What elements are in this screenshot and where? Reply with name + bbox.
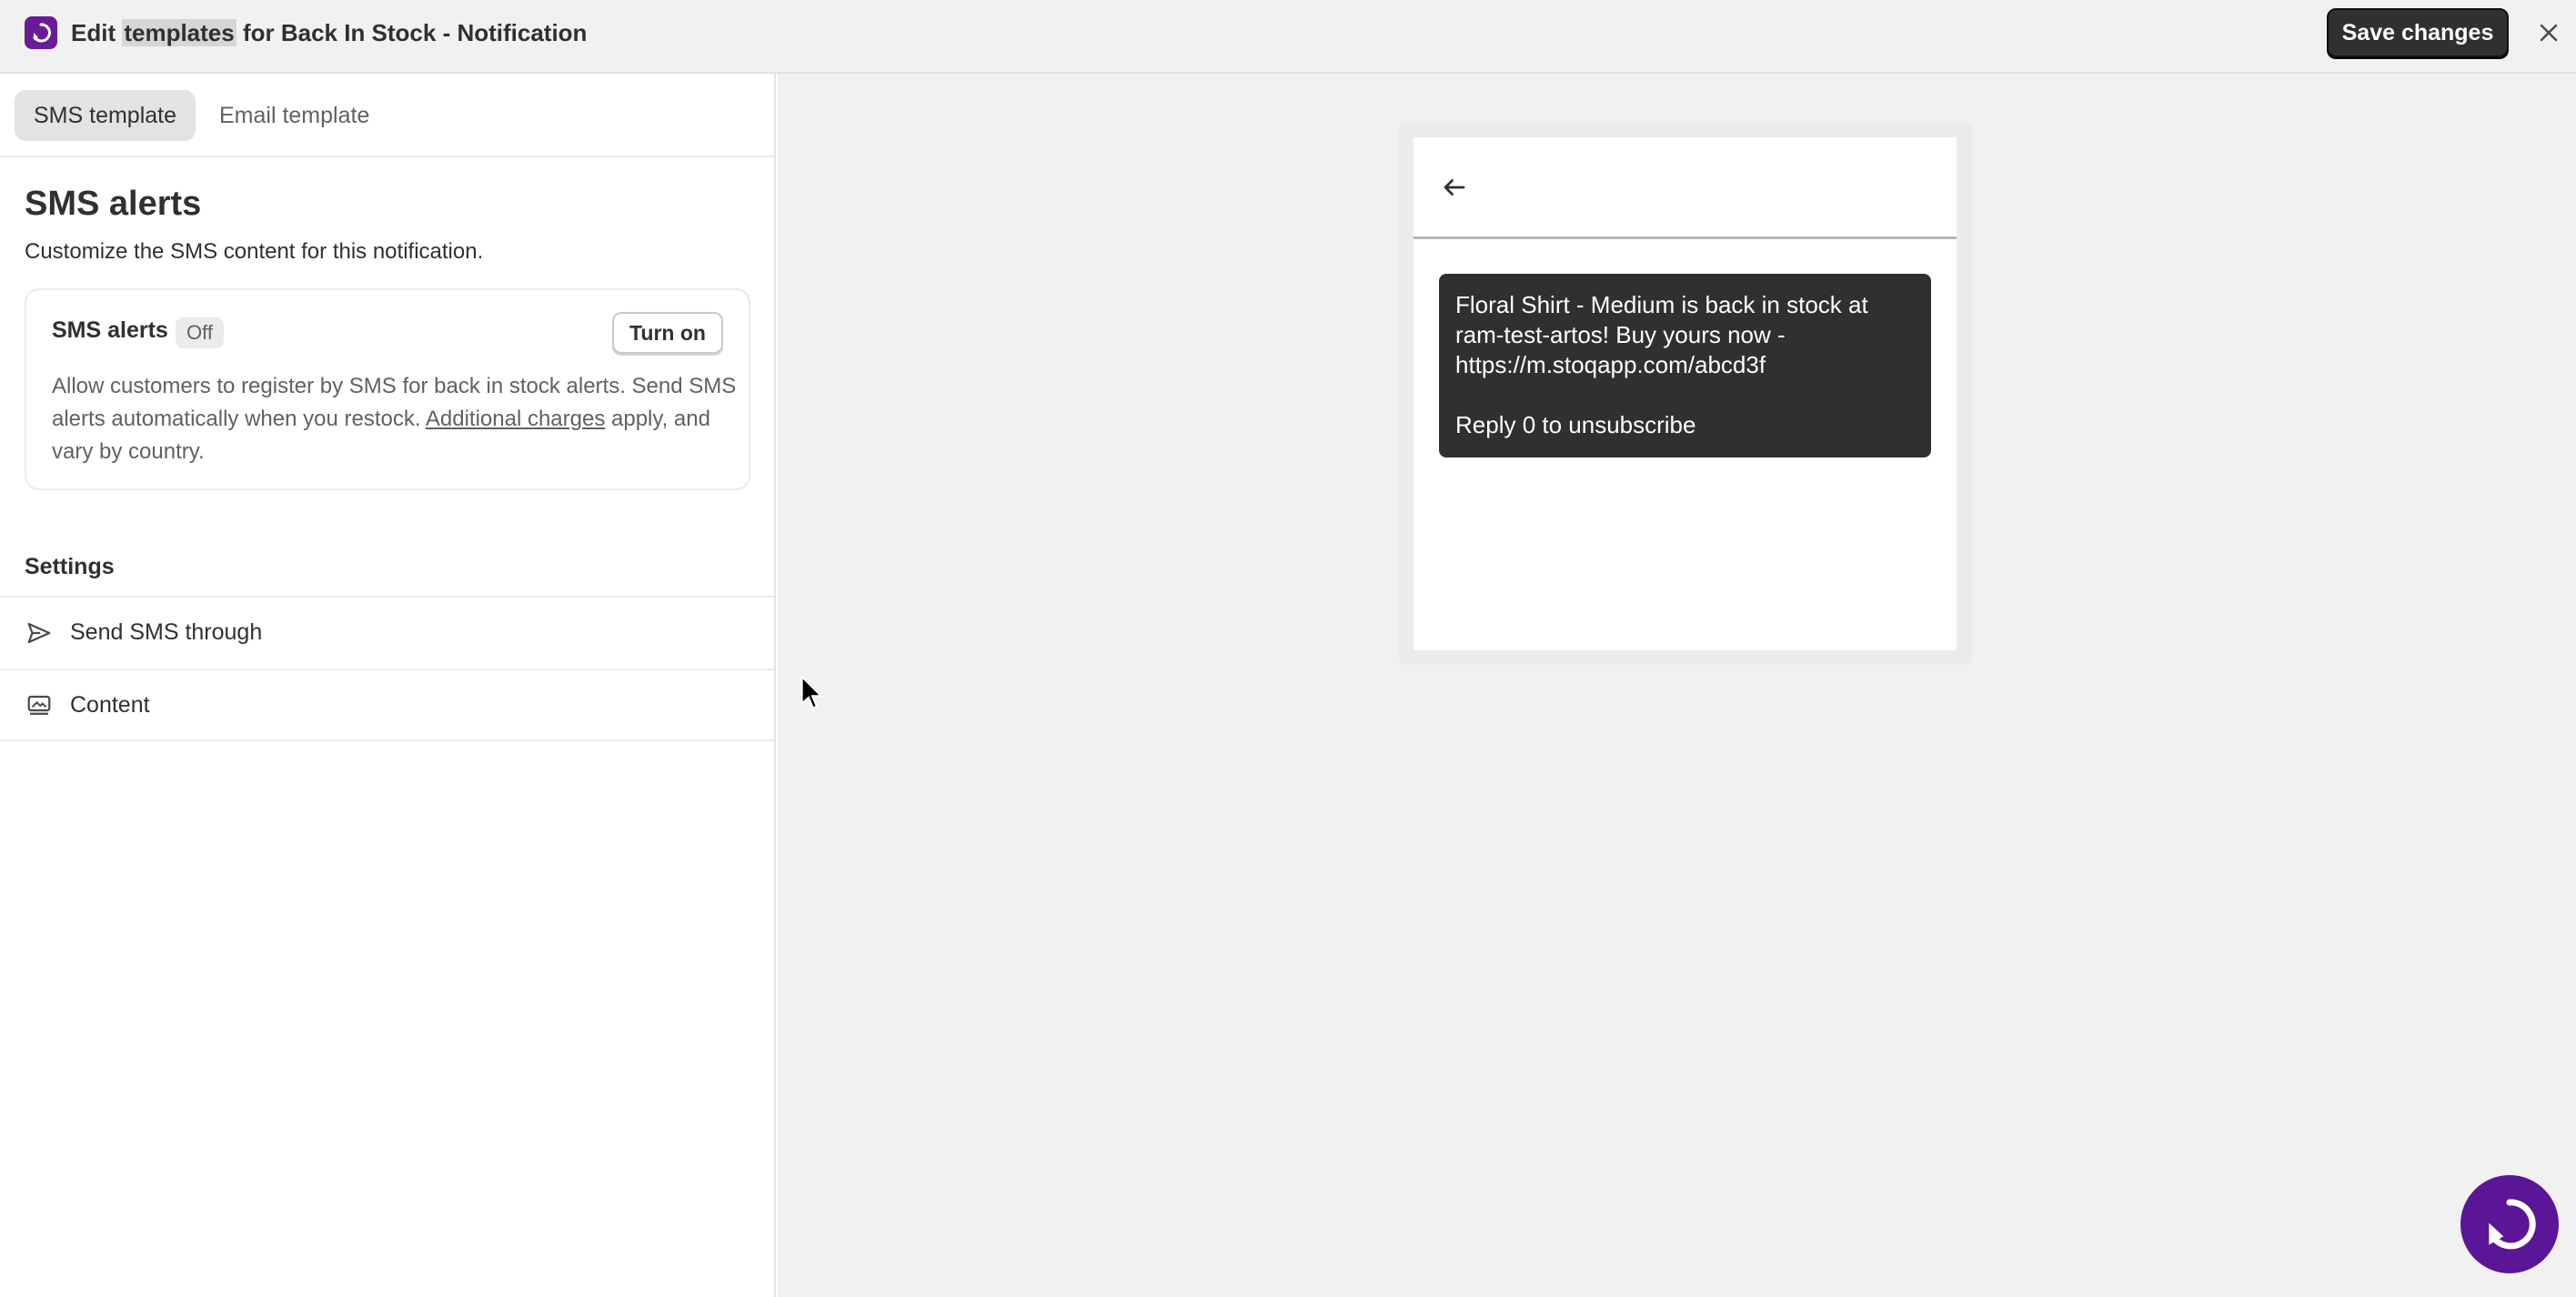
status-badge: Off bbox=[176, 317, 224, 348]
message-bubble: Floral Shirt - Medium is back in stock a… bbox=[1439, 274, 1931, 457]
sms-alerts-card: SMS alerts Off Turn on Allow customers t… bbox=[25, 288, 750, 490]
mouse-cursor-icon bbox=[800, 675, 824, 709]
arrow-left-icon[interactable] bbox=[1441, 174, 1468, 201]
title-highlight: templates bbox=[122, 19, 236, 46]
tab-sms-template[interactable]: SMS template bbox=[15, 90, 196, 141]
content-icon bbox=[27, 695, 51, 715]
template-tabs: SMS template Email template bbox=[0, 74, 774, 157]
title-prefix: Edit bbox=[71, 19, 123, 46]
setting-content[interactable]: Content bbox=[0, 669, 774, 741]
send-icon bbox=[27, 622, 51, 644]
save-changes-button[interactable]: Save changes bbox=[2327, 8, 2509, 57]
setting-label: Send SMS through bbox=[70, 619, 263, 645]
sidebar: SMS template Email template SMS alerts C… bbox=[0, 74, 776, 1297]
title-suffix: for Back In Stock - Notification bbox=[236, 19, 588, 46]
setting-send-sms-through[interactable]: Send SMS through bbox=[0, 596, 774, 669]
card-label: SMS alerts bbox=[52, 317, 168, 343]
close-icon[interactable] bbox=[2534, 18, 2563, 47]
page-title: Edit templates for Back In Stock - Notif… bbox=[71, 18, 587, 47]
card-description: Allow customers to register by SMS for b… bbox=[52, 370, 743, 468]
message-line: ram-test-artos! Buy yours now - bbox=[1455, 321, 1786, 348]
message-gap bbox=[1455, 380, 1915, 410]
section-description: Customize the SMS content for this notif… bbox=[25, 239, 484, 264]
additional-charges-link[interactable]: Additional charges bbox=[426, 407, 605, 431]
stoq-chat-button[interactable] bbox=[2460, 1175, 2559, 1273]
stoq-logo-icon bbox=[2489, 1199, 2536, 1250]
phone-header bbox=[1414, 137, 1957, 239]
tab-email-template[interactable]: Email template bbox=[200, 90, 388, 141]
unsubscribe-line: Reply 0 to unsubscribe bbox=[1455, 411, 1696, 438]
app-logo-icon bbox=[25, 16, 57, 49]
setting-label: Content bbox=[70, 692, 150, 718]
settings-heading: Settings bbox=[25, 554, 115, 579]
message-line: Floral Shirt - Medium is back in stock a… bbox=[1455, 291, 1868, 318]
section-title: SMS alerts bbox=[25, 185, 202, 223]
message-line: https://m.stoqapp.com/abcd3f bbox=[1455, 351, 1766, 378]
turn-on-button[interactable]: Turn on bbox=[612, 312, 723, 354]
top-bar: Edit templates for Back In Stock - Notif… bbox=[0, 0, 2576, 74]
sms-preview: Floral Shirt - Medium is back in stock a… bbox=[1414, 137, 1957, 650]
